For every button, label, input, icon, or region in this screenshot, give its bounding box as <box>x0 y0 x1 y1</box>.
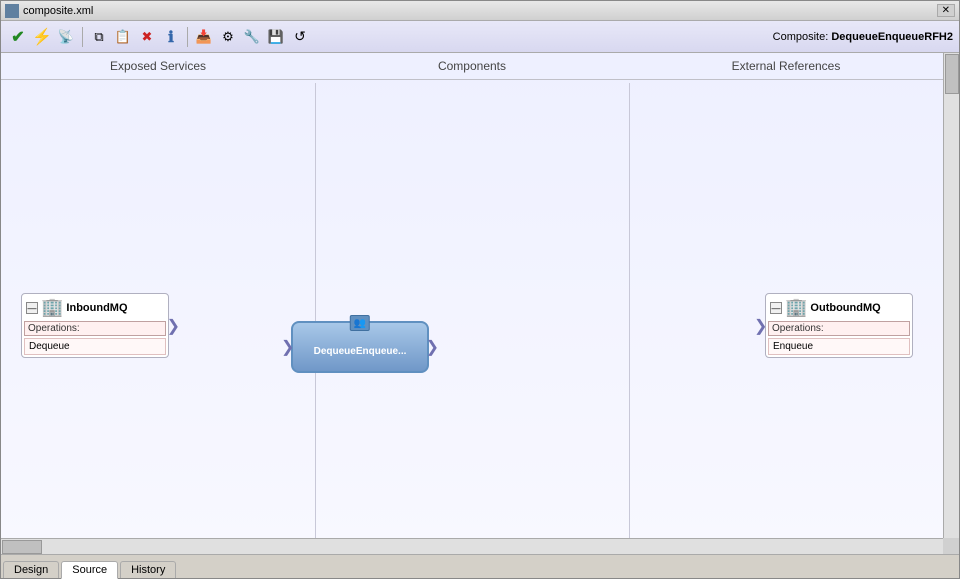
inbound-header: — 🏢 InboundMQ <box>22 294 168 321</box>
save-button[interactable]: 💾 <box>265 26 287 48</box>
main-area: Exposed Services Components External Ref… <box>1 53 959 554</box>
toolbar-sep-2 <box>187 27 188 47</box>
column-divider-1 <box>315 83 316 538</box>
inbound-collapse-btn[interactable]: — <box>26 302 38 314</box>
tab-design[interactable]: Design <box>3 561 59 578</box>
delete-button[interactable]: ✖ <box>136 26 158 48</box>
col-header-exposed: Exposed Services <box>1 53 315 79</box>
config1-button[interactable]: ⚙ <box>217 26 239 48</box>
outbound-title: OutboundMQ <box>810 302 880 314</box>
connector-svg <box>1 83 301 233</box>
canvas-container[interactable]: Exposed Services Components External Ref… <box>1 53 959 554</box>
tab-history[interactable]: History <box>120 561 176 578</box>
title-bar: composite.xml ✕ <box>1 1 959 21</box>
tab-source[interactable]: Source <box>61 561 118 579</box>
close-button[interactable]: ✕ <box>937 4 955 17</box>
column-headers: Exposed Services Components External Ref… <box>1 53 943 80</box>
inbound-port-right: ❯ <box>167 316 180 336</box>
import-button[interactable]: 📥 <box>193 26 215 48</box>
center-title: DequeueEnqueue... <box>314 346 407 357</box>
outbound-collapse-btn[interactable]: — <box>770 302 782 314</box>
outbound-ops-label: Operations: <box>768 321 910 336</box>
vertical-scrollbar-thumb[interactable] <box>945 54 959 94</box>
diagram-canvas: — 🏢 InboundMQ Operations: Dequeue ❯ ❯ ❯ <box>1 83 943 538</box>
info-button[interactable]: ℹ <box>160 26 182 48</box>
node-inbound[interactable]: — 🏢 InboundMQ Operations: Dequeue ❯ <box>21 293 169 358</box>
toolbar-sep-1 <box>82 27 83 47</box>
composite-label: Composite: DequeueEnqueueRFH2 <box>773 31 953 43</box>
outbound-op-item[interactable]: Enqueue <box>768 338 910 355</box>
column-divider-2 <box>629 83 630 538</box>
outbound-icon: 🏢 <box>785 297 807 318</box>
horizontal-scrollbar[interactable] <box>1 538 943 554</box>
validate-button[interactable]: ✔ <box>7 26 29 48</box>
center-port-right: ❯ <box>426 337 439 357</box>
inbound-op-item[interactable]: Dequeue <box>24 338 166 355</box>
toolbar: ✔ ⚡ 📡 ⧉ 📋 ✖ ℹ 📥 ⚙ 🔧 💾 <box>1 21 959 53</box>
node-center[interactable]: ❯ ❯ 👥 DequeueEnqueue... <box>291 321 429 373</box>
inbound-ops-label: Operations: <box>24 321 166 336</box>
bottom-tabs: Design Source History <box>1 554 959 578</box>
broadcast-button[interactable]: 📡 <box>55 26 77 48</box>
paste-button[interactable]: 📋 <box>112 26 134 48</box>
col-header-components: Components <box>315 53 629 79</box>
center-port-left: ❯ <box>281 337 294 357</box>
vertical-scrollbar[interactable] <box>943 53 959 538</box>
run-button[interactable]: ⚡ <box>31 26 53 48</box>
outbound-header: — 🏢 OutboundMQ <box>766 294 912 321</box>
window-title: composite.xml <box>23 5 937 17</box>
horizontal-scrollbar-thumb[interactable] <box>2 540 42 554</box>
node-outbound[interactable]: — 🏢 OutboundMQ Operations: Enqueue ❯ <box>765 293 913 358</box>
scrollbar-corner <box>943 538 959 554</box>
col-header-external: External References <box>629 53 943 79</box>
inbound-icon: 🏢 <box>41 297 63 318</box>
outbound-port-left: ❯ <box>754 316 767 336</box>
main-window: composite.xml ✕ ✔ ⚡ 📡 ⧉ 📋 ✖ ℹ 📥 ⚙ <box>0 0 960 579</box>
center-top-icon: 👥 <box>350 315 370 331</box>
composite-name: DequeueEnqueueRFH2 <box>831 31 953 43</box>
copy-button[interactable]: ⧉ <box>88 26 110 48</box>
center-people-icon: 👥 <box>354 318 366 329</box>
config2-button[interactable]: 🔧 <box>241 26 263 48</box>
window-icon <box>5 4 19 18</box>
inbound-title: InboundMQ <box>66 302 127 314</box>
refresh-button[interactable]: ↺ <box>289 26 311 48</box>
